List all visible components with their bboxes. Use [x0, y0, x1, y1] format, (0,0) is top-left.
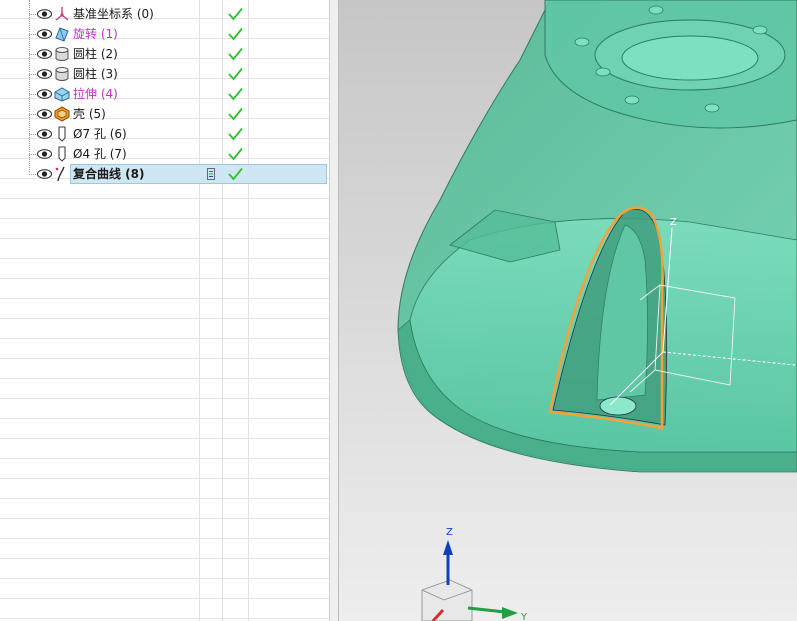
model-view: Z Z Y — [397, 0, 797, 621]
grid-row — [0, 419, 329, 439]
grid-row — [0, 539, 329, 559]
grid-row — [0, 279, 329, 299]
feature-row-hole-6[interactable]: Ø7 孔 (6) — [0, 124, 329, 144]
feature-label: 基准坐标系 (0) — [73, 7, 154, 21]
feature-label: 拉伸 (4) — [73, 87, 118, 101]
top-boss-inner-bore — [621, 35, 759, 81]
check-icon — [228, 47, 243, 61]
eye-icon[interactable] — [37, 129, 52, 139]
feature-row-extrude[interactable]: 拉伸 (4) — [0, 84, 329, 104]
grid-row — [0, 499, 329, 519]
feature-label: 复合曲线 (8) — [73, 167, 145, 181]
extrude-icon — [54, 87, 70, 102]
feature-label: Ø7 孔 (6) — [73, 127, 127, 141]
grid-row — [0, 459, 329, 479]
cylinder-icon — [55, 67, 69, 81]
feature-label: 旋转 (1) — [73, 27, 118, 41]
check-icon — [228, 127, 243, 141]
graphics-viewport[interactable]: Z Z Y — [339, 0, 797, 621]
feature-label: 壳 (5) — [73, 107, 106, 121]
eye-icon[interactable] — [37, 169, 52, 179]
eye-icon[interactable] — [37, 9, 52, 19]
feature-label: 圆柱 (2) — [73, 47, 118, 61]
check-icon — [228, 167, 243, 181]
slot-hole — [599, 396, 637, 416]
grid-row — [0, 259, 329, 279]
eye-icon[interactable] — [37, 29, 52, 39]
eye-icon[interactable] — [37, 49, 52, 59]
check-icon — [228, 7, 243, 21]
grid-row — [0, 199, 329, 219]
eye-icon[interactable] — [37, 69, 52, 79]
cylinder-icon — [55, 47, 69, 61]
check-icon — [228, 87, 243, 101]
grid-row — [0, 599, 329, 619]
grid-row — [0, 379, 329, 399]
hole-icon — [58, 146, 66, 162]
view-triad: Z Y — [421, 527, 528, 621]
feature-row-cylinder-2[interactable]: 圆柱 (2) — [0, 44, 329, 64]
datum-csys-icon — [55, 7, 69, 21]
triad-y-label: Y — [520, 612, 528, 621]
feature-label: Ø4 孔 (7) — [73, 147, 127, 161]
csys-z-label: Z — [670, 217, 677, 228]
grid-row — [0, 359, 329, 379]
grid-row — [0, 519, 329, 539]
grid-row — [0, 579, 329, 599]
triad-z-label: Z — [446, 527, 453, 538]
grid-row — [0, 319, 329, 339]
grid-row — [0, 339, 329, 359]
grid-row — [0, 299, 329, 319]
check-icon — [228, 67, 243, 81]
hole-icon — [58, 126, 66, 142]
eye-icon[interactable] — [37, 109, 52, 119]
grid-row — [0, 479, 329, 499]
feature-row-composite-curve[interactable]: 复合曲线 (8) — [0, 164, 329, 184]
eye-icon[interactable] — [37, 149, 52, 159]
check-icon — [228, 107, 243, 121]
grid-row — [0, 399, 329, 419]
feature-row-shell[interactable]: 壳 (5) — [0, 104, 329, 124]
timestamp-marker-icon — [207, 168, 215, 180]
grid-row — [0, 239, 329, 259]
part-navigator: 基准坐标系 (0) 旋转 (1) 圆柱 (2) 圆柱 (3) 拉伸 (4) 壳 … — [0, 0, 329, 621]
feature-row-revolve[interactable]: 旋转 (1) — [0, 24, 329, 44]
composite-curve-icon — [55, 166, 65, 182]
shell-icon — [54, 106, 70, 122]
grid-row — [0, 559, 329, 579]
check-icon — [228, 147, 243, 161]
feature-row-hole-7[interactable]: Ø4 孔 (7) — [0, 144, 329, 164]
grid-row — [0, 439, 329, 459]
feature-row-datum-csys[interactable]: 基准坐标系 (0) — [0, 4, 329, 24]
feature-row-cylinder-3[interactable]: 圆柱 (3) — [0, 64, 329, 84]
eye-icon[interactable] — [37, 89, 52, 99]
panel-splitter[interactable] — [329, 0, 339, 621]
check-icon — [228, 27, 243, 41]
revolve-icon — [55, 27, 69, 42]
grid-row — [0, 219, 329, 239]
feature-label: 圆柱 (3) — [73, 67, 118, 81]
